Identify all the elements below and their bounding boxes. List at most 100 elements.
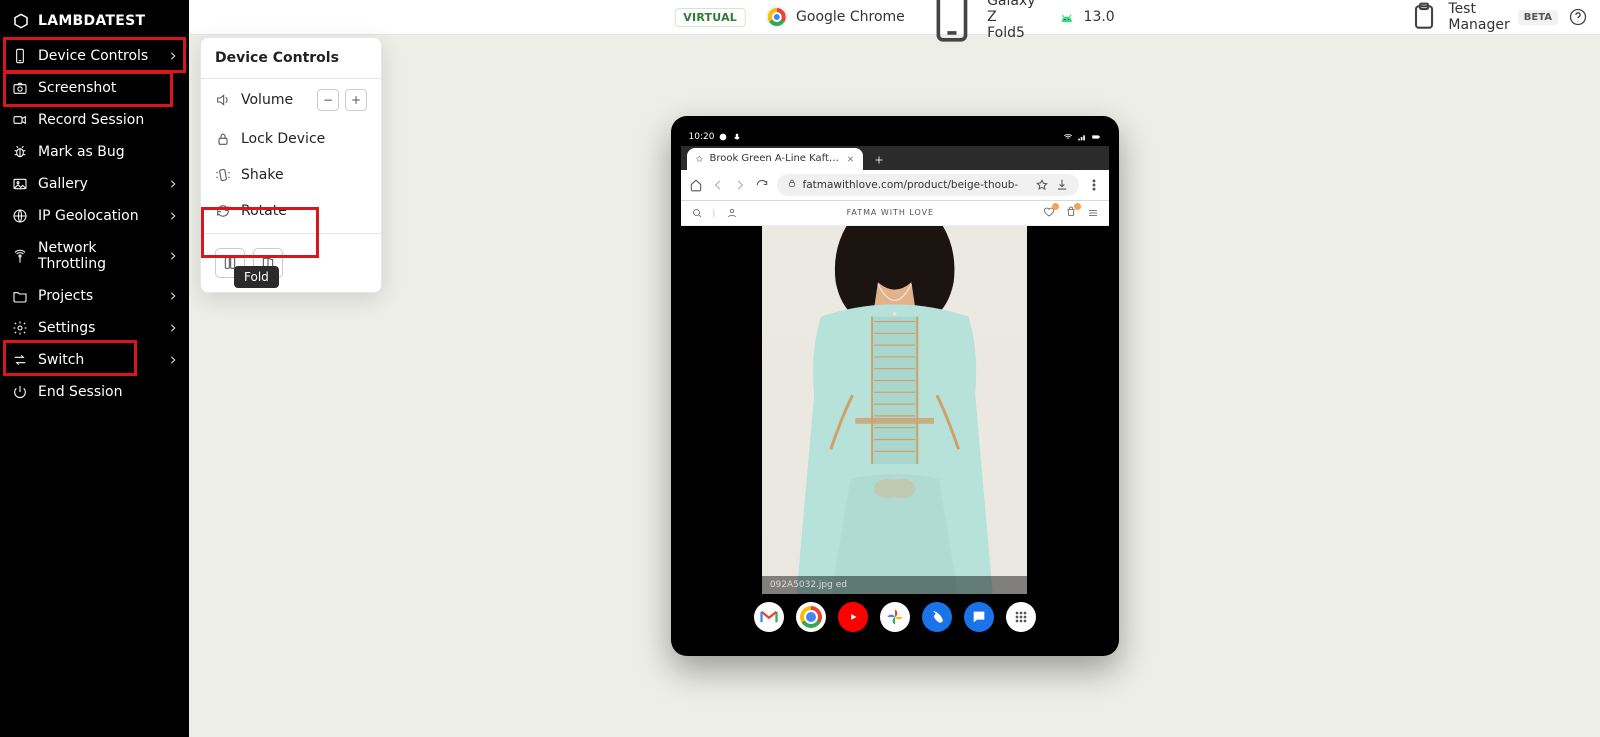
dock-app-drawer[interactable] — [1006, 602, 1036, 632]
help-icon[interactable] — [1568, 7, 1588, 27]
sidebar-item-projects[interactable]: Projects — [0, 280, 189, 312]
kebab-icon[interactable] — [1087, 178, 1101, 192]
dock-app-chrome[interactable] — [796, 602, 826, 632]
sidebar-item-gallery[interactable]: Gallery — [0, 168, 189, 200]
product-image: 092A5032.jpg ed — [762, 226, 1027, 594]
test-manager-label: Test Manager — [1448, 1, 1509, 33]
browser-tab[interactable]: Brook Green A-Line Kaftan W — [687, 148, 863, 170]
sidebar-item-screenshot[interactable]: Screenshot — [0, 72, 189, 104]
sidebar-item-label: Screenshot — [38, 80, 177, 96]
wishlist-icon[interactable] — [1043, 206, 1055, 220]
device-screen: 10:20 Brook Green A-Line Kaftan W — [681, 128, 1109, 644]
sidebar-item-settings[interactable]: Settings — [0, 312, 189, 344]
tab-title: Brook Green A-Line Kaftan W — [709, 153, 839, 164]
swap-icon — [12, 352, 28, 368]
sidebar-item-label: Record Session — [38, 112, 177, 128]
chevron-right-icon — [169, 288, 177, 304]
sidebar-item-device-controls[interactable]: Device Controls — [0, 40, 189, 72]
download-icon[interactable] — [1055, 178, 1069, 192]
antenna-icon — [12, 248, 28, 264]
chrome-address-bar: fatmawithlove.com/product/beige-thoub- — [681, 170, 1109, 201]
topbar-browser[interactable]: Google Chrome — [766, 6, 905, 28]
status-mic-icon — [732, 132, 742, 142]
android-dock — [681, 594, 1109, 644]
brand-name: LAMBDATEST — [38, 13, 145, 29]
phone-icon — [12, 48, 28, 64]
sidebar-item-label: Switch — [38, 352, 159, 368]
topbar-browser-label: Google Chrome — [796, 9, 905, 25]
battery-icon — [1091, 132, 1101, 142]
dock-app-gmail[interactable] — [754, 602, 784, 632]
sidebar-item-label: IP Geolocation — [38, 208, 159, 224]
chevron-right-icon — [169, 248, 177, 264]
gear-icon — [12, 320, 28, 336]
sidebar-item-label: Device Controls — [38, 48, 159, 64]
plus-icon — [873, 154, 885, 166]
site-brand[interactable]: FATMA WITH LOVE — [847, 208, 935, 217]
image-icon — [12, 176, 28, 192]
image-caption: 092A5032.jpg ed — [762, 576, 1027, 594]
sidebar-item-label: Network Throttling — [38, 240, 159, 272]
reload-icon[interactable] — [755, 178, 769, 192]
topbar-os[interactable]: 13.0 — [1058, 8, 1115, 26]
cart-icon[interactable] — [1065, 206, 1077, 220]
sidebar-item-end-session[interactable]: End Session — [0, 376, 189, 408]
chevron-right-icon — [169, 352, 177, 368]
sidebar-item-ip-geolocation[interactable]: IP Geolocation — [0, 200, 189, 232]
chrome-tabstrip: Brook Green A-Line Kaftan W — [681, 146, 1109, 170]
dock-app-youtube[interactable] — [838, 602, 868, 632]
sidebar-item-label: Projects — [38, 288, 159, 304]
chevron-right-icon — [169, 320, 177, 336]
sidebar-item-label: End Session — [38, 384, 177, 400]
test-manager-link[interactable]: Test Manager BETA — [1408, 1, 1558, 33]
close-tab-icon[interactable] — [846, 154, 855, 164]
search-icon[interactable] — [691, 207, 703, 219]
android-icon — [1058, 8, 1076, 26]
back-icon[interactable] — [711, 178, 725, 192]
star-icon[interactable] — [1035, 178, 1049, 192]
new-tab-button[interactable] — [869, 150, 889, 170]
brand-logo-icon — [12, 12, 30, 30]
signal-icon — [1077, 132, 1087, 142]
clipboard-icon — [1408, 1, 1440, 33]
brand[interactable]: LAMBDATEST — [0, 6, 189, 40]
topbar-os-label: 13.0 — [1084, 9, 1115, 25]
user-icon[interactable] — [726, 207, 738, 219]
site-header: | FATMA WITH LOVE — [681, 201, 1109, 226]
globe-icon — [12, 208, 28, 224]
home-icon[interactable] — [689, 178, 703, 192]
forward-icon[interactable] — [733, 178, 747, 192]
sidebar-item-record-session[interactable]: Record Session — [0, 104, 189, 136]
sidebar-item-label: Gallery — [38, 176, 159, 192]
folder-icon — [12, 288, 28, 304]
chevron-right-icon — [169, 48, 177, 64]
sidebar-item-mark-bug[interactable]: Mark as Bug — [0, 136, 189, 168]
topbar-right: Test Manager BETA — [1408, 1, 1588, 33]
bug-icon — [12, 144, 28, 160]
chevron-right-icon — [169, 208, 177, 224]
android-status-bar: 10:20 — [681, 128, 1109, 146]
sidebar-item-label: Mark as Bug — [38, 144, 177, 160]
url-bar[interactable]: fatmawithlove.com/product/beige-thoub- — [777, 174, 1079, 196]
tab-favicon — [695, 154, 704, 164]
topbar: VIRTUAL Google Chrome Galaxy Z Fold5 13.… — [189, 0, 1600, 35]
video-icon — [12, 112, 28, 128]
sidebar-item-switch[interactable]: Switch — [0, 344, 189, 376]
camera-icon — [12, 80, 28, 96]
page-content: 092A5032.jpg ed — [681, 226, 1109, 594]
virtual-badge: VIRTUAL — [674, 8, 746, 27]
lock-icon — [787, 178, 797, 191]
stage: 10:20 Brook Green A-Line Kaftan W — [189, 34, 1600, 737]
wifi-icon — [1063, 132, 1073, 142]
dock-app-messages[interactable] — [964, 602, 994, 632]
chrome-icon — [766, 6, 788, 28]
dock-app-photos[interactable] — [880, 602, 910, 632]
sidebar-item-network-throttling[interactable]: Network Throttling — [0, 232, 189, 280]
menu-icon[interactable] — [1087, 207, 1099, 219]
device-frame: 10:20 Brook Green A-Line Kaftan W — [671, 116, 1119, 656]
chevron-right-icon — [169, 176, 177, 192]
dock-app-phone[interactable] — [922, 602, 952, 632]
status-time: 10:20 — [689, 132, 715, 142]
sidebar: LAMBDATEST Device Controls Screenshot Re… — [0, 0, 189, 737]
beta-badge: BETA — [1518, 10, 1558, 25]
